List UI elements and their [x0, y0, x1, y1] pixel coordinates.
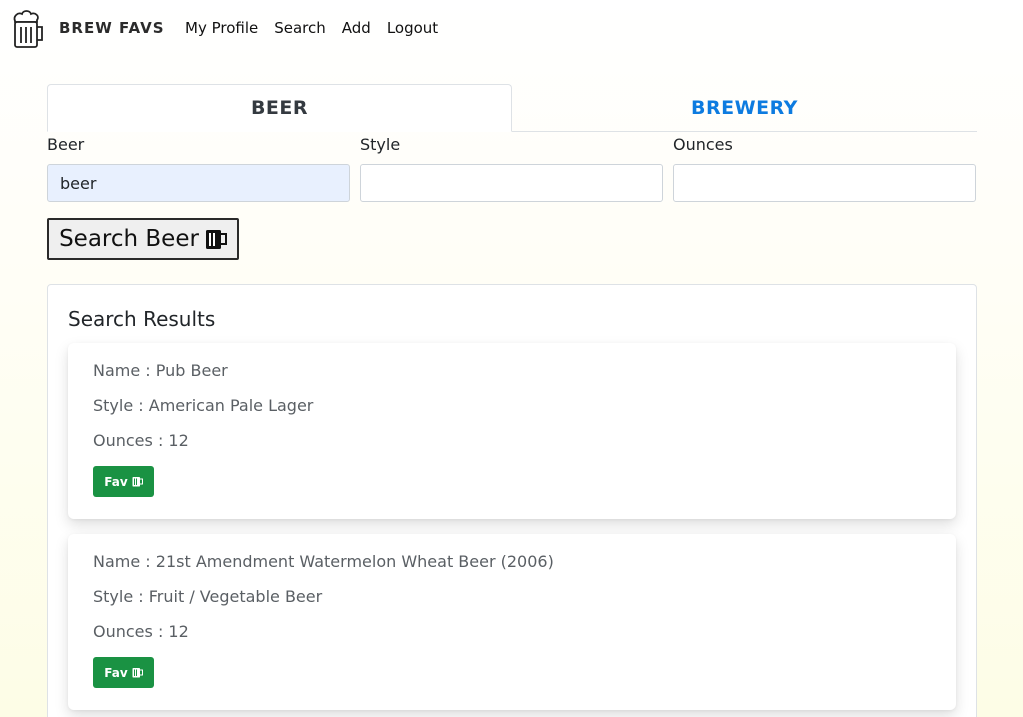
result-style: Style : Fruit / Vegetable Beer: [93, 587, 323, 606]
result-ounces: Ounces : 12: [93, 431, 189, 450]
search-beer-button-label: Search Beer: [59, 226, 199, 252]
result-ounces: Ounces : 12: [93, 622, 189, 641]
style-field-group: Style: [360, 134, 663, 202]
nav-logout[interactable]: Logout: [387, 19, 438, 37]
beer-field-group: Beer: [47, 134, 350, 202]
fav-button[interactable]: Fav: [93, 657, 154, 688]
beer-label: Beer: [47, 135, 85, 154]
result-card: Name : Pub Beer Style : American Pale La…: [68, 343, 956, 519]
nav-my-profile[interactable]: My Profile: [185, 19, 258, 37]
nav-add[interactable]: Add: [342, 19, 371, 37]
nav-links: My Profile Search Add Logout: [185, 19, 438, 37]
beer-input[interactable]: [47, 164, 350, 202]
beer-mug-icon: [132, 477, 143, 487]
search-results-title: Search Results: [68, 307, 216, 331]
tab-beer[interactable]: BEER: [47, 84, 512, 132]
beer-mug-icon: [205, 230, 227, 249]
ounces-label: Ounces: [673, 135, 733, 154]
search-tabs: BEER BREWERY: [47, 84, 977, 132]
style-input[interactable]: [360, 164, 663, 202]
search-results-panel: Search Results Name : Pub Beer Style : A…: [47, 284, 977, 717]
nav-search[interactable]: Search: [274, 19, 326, 37]
fav-button[interactable]: Fav: [93, 466, 154, 497]
fav-button-label: Fav: [104, 665, 128, 680]
tab-brewery[interactable]: BREWERY: [512, 84, 977, 132]
ounces-input[interactable]: [673, 164, 976, 202]
result-card: Name : 21st Amendment Watermelon Wheat B…: [68, 534, 956, 710]
fav-button-label: Fav: [104, 474, 128, 489]
result-name: Name : 21st Amendment Watermelon Wheat B…: [93, 552, 554, 571]
brand[interactable]: BREW FAVS: [10, 9, 164, 49]
beer-mug-icon: [132, 668, 143, 678]
brand-name: BREW FAVS: [59, 19, 165, 37]
result-style: Style : American Pale Lager: [93, 396, 314, 415]
beer-mug-logo-icon: [13, 10, 43, 48]
ounces-field-group: Ounces: [673, 134, 976, 202]
navbar: BREW FAVS My Profile Search Add Logout: [0, 0, 1023, 56]
style-label: Style: [360, 135, 401, 154]
search-beer-button[interactable]: Search Beer: [47, 218, 239, 260]
result-name: Name : Pub Beer: [93, 361, 228, 380]
